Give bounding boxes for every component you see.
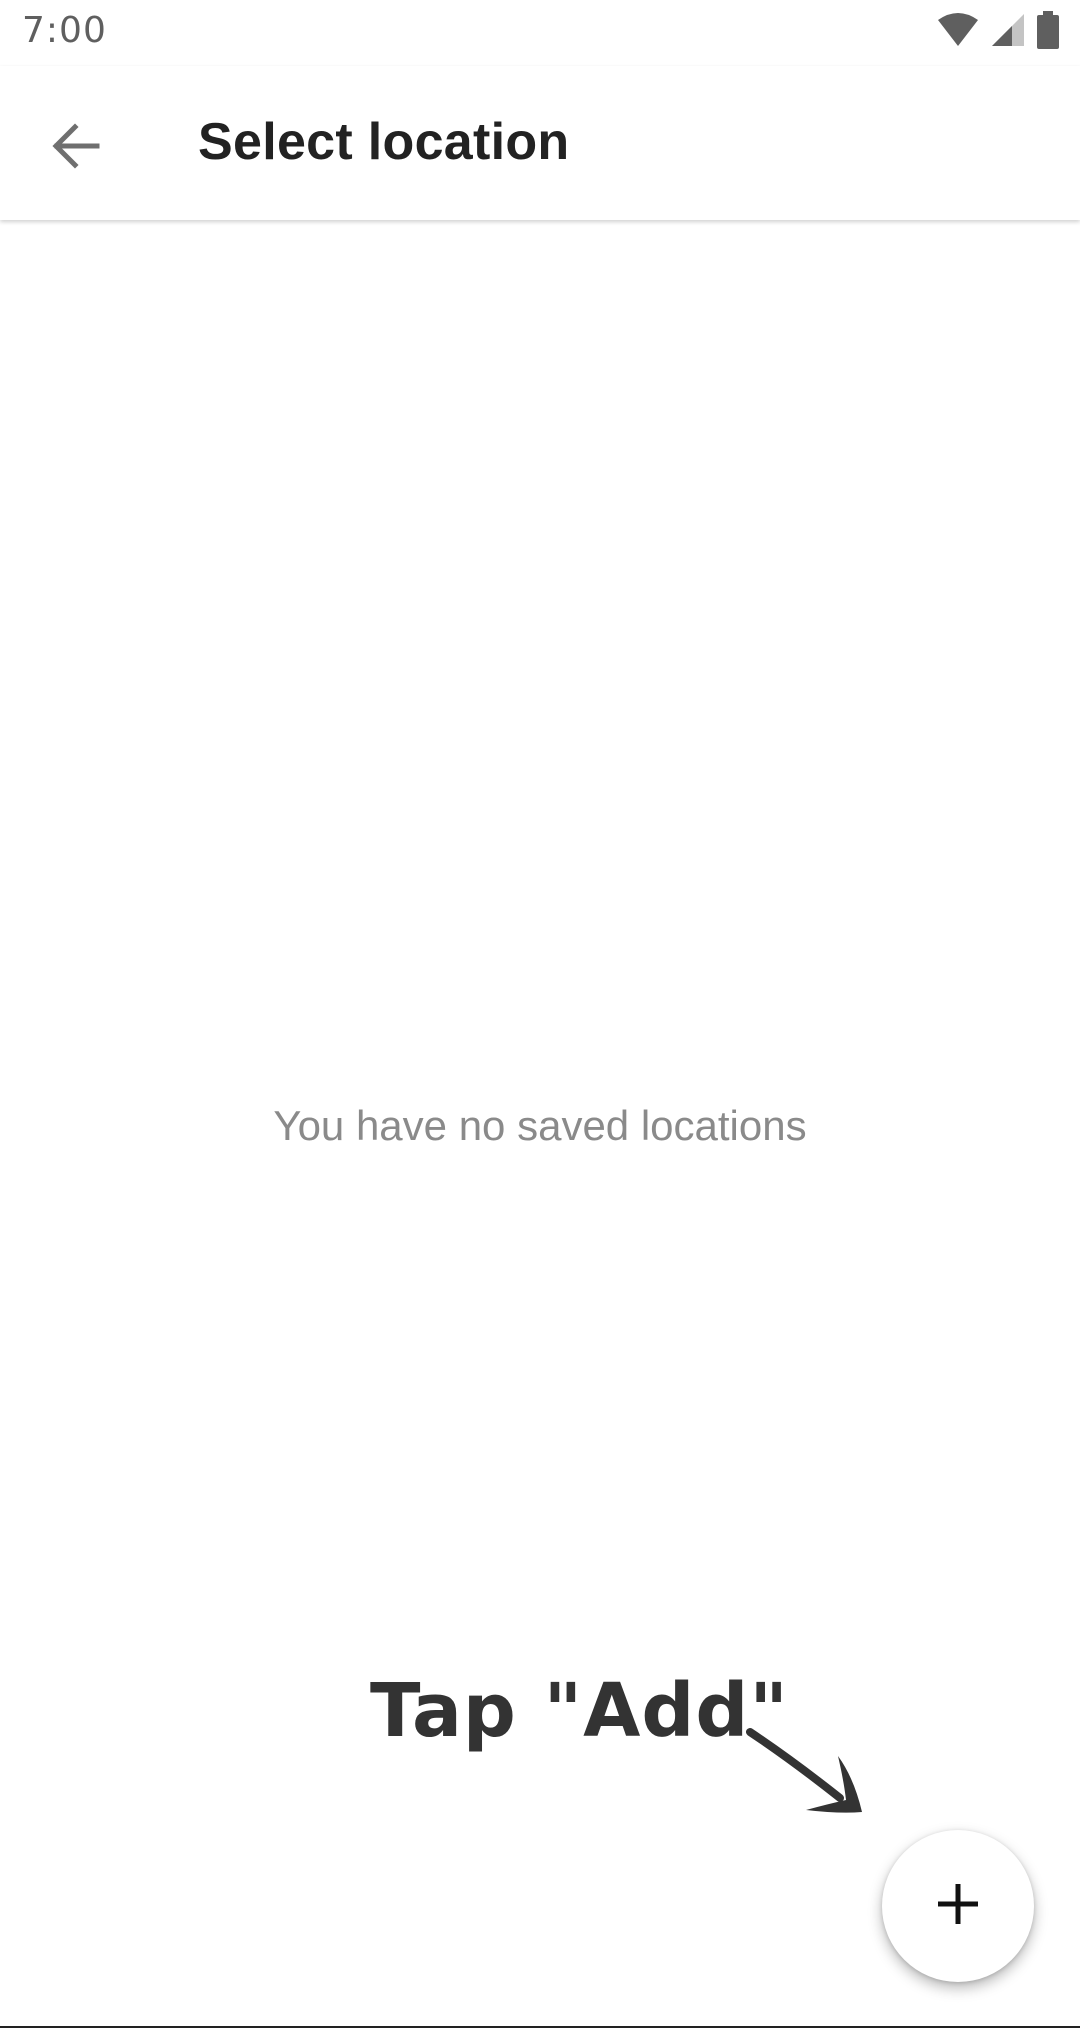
wifi-icon (936, 12, 980, 53)
screen: 7:00 Select location You have no saved l… (0, 0, 1080, 2028)
battery-icon (1036, 10, 1060, 54)
empty-state-message: You have no saved locations (273, 1102, 807, 1149)
back-button[interactable] (36, 108, 116, 188)
hand-drawn-arrow-icon (742, 1722, 872, 1822)
status-bar: 7:00 (0, 0, 1080, 66)
app-bar: Select location (0, 66, 1080, 220)
status-icons (936, 10, 1060, 54)
status-time: 7:00 (22, 10, 107, 51)
arrow-back-icon (51, 122, 101, 174)
cell-signal-icon (990, 12, 1026, 53)
hint-text: Tap "Add" (370, 1668, 789, 1754)
add-location-button[interactable] (882, 1830, 1034, 1982)
page-title: Select location (198, 113, 570, 171)
plus-icon (936, 1882, 980, 1931)
